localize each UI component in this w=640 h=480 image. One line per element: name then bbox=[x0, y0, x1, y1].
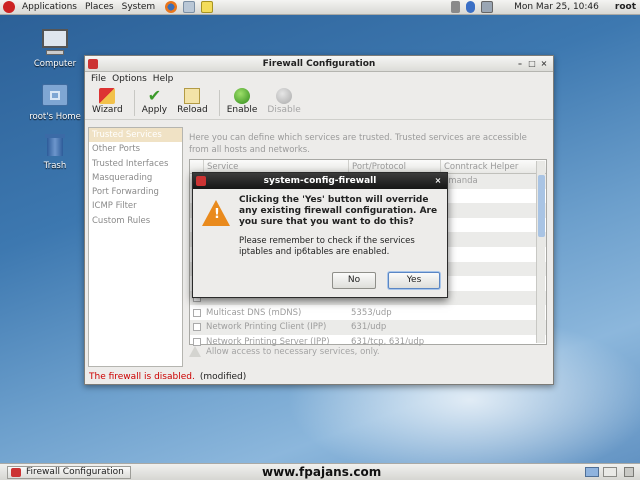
taskbar-app-icon bbox=[11, 468, 21, 477]
enable-green-dot-icon bbox=[234, 88, 251, 104]
window-title: Firewall Configuration bbox=[262, 59, 376, 69]
clock[interactable]: Mon Mar 25, 10:46 bbox=[510, 2, 603, 12]
row-port: 5353/udp bbox=[351, 307, 392, 318]
trash-icon bbox=[40, 131, 70, 159]
wizard-icon bbox=[99, 88, 116, 104]
workspace-switcher-2[interactable] bbox=[603, 467, 617, 477]
computer-icon bbox=[40, 29, 70, 57]
checkmark-icon: ✔ bbox=[147, 86, 162, 105]
scrollbar-thumb[interactable] bbox=[538, 175, 545, 237]
bottom-panel: Firewall Configuration www.fpajans.com bbox=[0, 463, 640, 480]
top-panel: Applications Places System Mon Mar 25, 1… bbox=[0, 0, 640, 15]
trash-applet-icon[interactable] bbox=[624, 467, 634, 477]
desktop-label-home: root's Home bbox=[29, 112, 81, 122]
toolbar-separator bbox=[133, 90, 135, 116]
row-helper: amanda bbox=[443, 176, 478, 187]
menu-system[interactable]: System bbox=[118, 2, 160, 12]
menu-places[interactable]: Places bbox=[81, 2, 118, 12]
fedora-logo-icon[interactable] bbox=[3, 1, 15, 13]
enable-label: Enable bbox=[226, 105, 258, 115]
email-launcher-icon[interactable] bbox=[183, 1, 196, 13]
statusbar: The firewall is disabled. (modified) bbox=[89, 372, 246, 382]
warning-icon: ! bbox=[202, 200, 232, 228]
apply-button[interactable]: ✔ Apply bbox=[139, 86, 170, 116]
row-service: Multicast DNS (mDNS) bbox=[206, 307, 302, 318]
sidebar-item-port-forwarding[interactable]: Port Forwarding bbox=[89, 185, 182, 199]
services-description: Here you can define which services are t… bbox=[189, 133, 527, 155]
sidebar-item-trusted-interfaces[interactable]: Trusted Interfaces bbox=[89, 157, 182, 171]
dialog-secondary-text: Please remember to check if the services… bbox=[239, 236, 415, 257]
reload-label: Reload bbox=[177, 105, 208, 115]
enable-button[interactable]: Enable bbox=[224, 88, 261, 115]
menu-help[interactable]: Help bbox=[150, 74, 177, 84]
menu-file[interactable]: File bbox=[88, 74, 109, 84]
warning-small-icon bbox=[189, 346, 201, 357]
yes-button[interactable]: Yes bbox=[388, 272, 440, 289]
notes-launcher-icon[interactable] bbox=[201, 1, 214, 13]
table-row[interactable]: Multicast DNS (mDNS) 5353/udp bbox=[190, 305, 546, 320]
minimize-icon[interactable]: – bbox=[515, 59, 525, 69]
no-label: No bbox=[347, 275, 361, 285]
desktop-icon-trash[interactable]: Trash bbox=[25, 131, 85, 171]
disable-label: Disable bbox=[267, 105, 301, 115]
dialog-message: Clicking the 'Yes' button will override … bbox=[239, 195, 438, 227]
firewall-disabled-status: The firewall is disabled. bbox=[89, 372, 195, 382]
reload-button[interactable]: Reload bbox=[174, 88, 211, 115]
reload-icon bbox=[184, 88, 201, 104]
disable-button[interactable]: Disable bbox=[264, 88, 303, 115]
row-checkbox[interactable] bbox=[193, 308, 201, 317]
menu-options[interactable]: Options bbox=[109, 74, 150, 84]
window-titlebar[interactable]: Firewall Configuration – □ × bbox=[85, 56, 553, 72]
desktop-icon-computer[interactable]: Computer bbox=[25, 29, 85, 69]
header-conntrack-helper[interactable]: Conntrack Helper bbox=[441, 160, 536, 173]
sidebar-item-icmp-filter[interactable]: ICMP Filter bbox=[89, 199, 182, 213]
bluetooth-icon[interactable] bbox=[466, 1, 476, 13]
sidebar-item-custom-rules[interactable]: Custom Rules bbox=[89, 214, 182, 228]
dialog-app-icon bbox=[196, 176, 206, 186]
modified-status: (modified) bbox=[199, 372, 247, 382]
user-name[interactable]: root bbox=[611, 2, 640, 12]
wizard-label: Wizard bbox=[92, 105, 123, 115]
sidebar-item-trusted-services[interactable]: Trusted Services bbox=[89, 128, 182, 143]
dialog-titlebar[interactable]: system-config-firewall × bbox=[193, 173, 447, 189]
sidebar: Trusted Services Other Ports Trusted Int… bbox=[88, 127, 183, 367]
row-checkbox[interactable] bbox=[193, 337, 201, 346]
sidebar-item-other-ports[interactable]: Other Ports bbox=[89, 142, 182, 156]
maximize-icon[interactable]: □ bbox=[527, 59, 537, 69]
taskbar-firewall-configuration[interactable]: Firewall Configuration bbox=[7, 466, 131, 479]
network-icon[interactable] bbox=[481, 1, 494, 13]
firefox-launcher-icon[interactable] bbox=[165, 1, 178, 13]
sidebar-item-masquerading[interactable]: Masquerading bbox=[89, 171, 182, 185]
close-icon[interactable]: × bbox=[539, 59, 549, 69]
row-port: 631/udp bbox=[351, 322, 387, 333]
yes-label: Yes bbox=[406, 275, 422, 285]
volume-icon[interactable] bbox=[451, 1, 461, 13]
toolbar: Wizard ✔ Apply Reload Enable Disable bbox=[85, 86, 553, 120]
no-button[interactable]: No bbox=[332, 272, 376, 289]
row-checkbox[interactable] bbox=[193, 323, 201, 332]
toolbar-separator bbox=[218, 90, 220, 116]
apply-label: Apply bbox=[141, 105, 168, 115]
disable-gray-dot-icon bbox=[276, 88, 293, 104]
taskbar-label: Firewall Configuration bbox=[26, 467, 124, 477]
menu-applications[interactable]: Applications bbox=[18, 2, 81, 12]
desktop-label-computer: Computer bbox=[33, 59, 77, 69]
dialog-close-icon[interactable]: × bbox=[433, 176, 443, 186]
desktop-icon-home[interactable]: root's Home bbox=[25, 82, 85, 122]
window-menubar: File Options Help bbox=[85, 72, 553, 86]
table-scrollbar[interactable] bbox=[536, 161, 545, 343]
workspace-switcher-1[interactable] bbox=[585, 467, 599, 477]
row-service: Network Printing Client (IPP) bbox=[206, 322, 327, 333]
confirm-dialog: system-config-firewall × ! Clicking the … bbox=[192, 172, 448, 298]
home-folder-icon bbox=[40, 82, 70, 110]
desktop-label-trash: Trash bbox=[43, 161, 67, 171]
allow-hint: Allow access to necessary services, only… bbox=[189, 346, 380, 357]
allow-text: Allow access to necessary services, only… bbox=[206, 346, 380, 357]
dialog-title: system-config-firewall bbox=[263, 176, 377, 186]
table-row[interactable]: Network Printing Client (IPP) 631/udp bbox=[190, 319, 546, 335]
window-app-icon[interactable] bbox=[88, 59, 98, 69]
wizard-button[interactable]: Wizard bbox=[89, 88, 126, 115]
watermark: www.fpajans.com bbox=[262, 465, 382, 479]
